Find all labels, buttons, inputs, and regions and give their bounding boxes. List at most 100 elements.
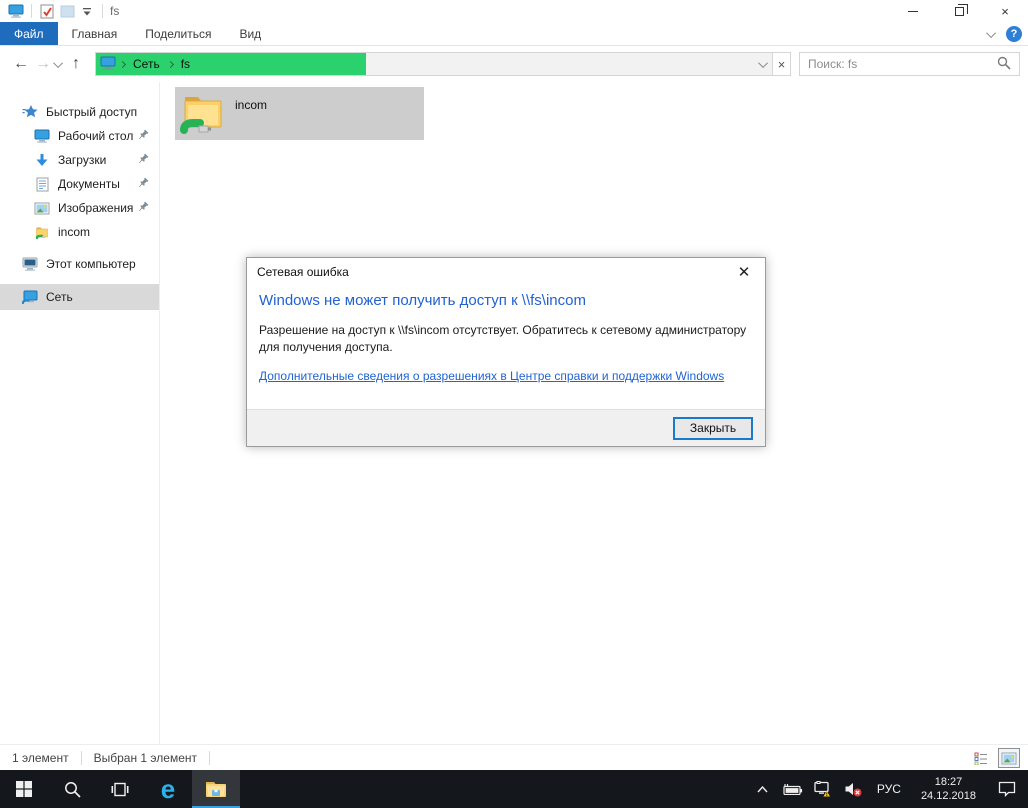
recent-locations-icon[interactable] <box>53 57 64 68</box>
start-button[interactable] <box>0 770 48 808</box>
taskbar-search-button[interactable] <box>48 770 96 808</box>
dialog-close-button[interactable]: ✕ <box>731 262 757 282</box>
sidebar-item-this-pc[interactable]: Этот компьютер <box>0 252 159 276</box>
file-explorer-button[interactable] <box>192 770 240 808</box>
network-folder-icon <box>179 89 227 138</box>
restore-button[interactable] <box>936 0 982 22</box>
sidebar-item-desktop[interactable]: Рабочий стол <box>0 124 159 148</box>
sidebar-item-incom[interactable]: incom <box>0 220 159 244</box>
network-warning-icon[interactable] <box>811 770 835 808</box>
breadcrumb-item-fs[interactable]: fs <box>177 57 194 71</box>
stop-icon: × <box>777 56 786 72</box>
sidebar-item-label: Этот компьютер <box>46 257 136 271</box>
stop-button[interactable]: × <box>773 52 791 76</box>
this-pc-icon <box>22 256 38 272</box>
divider <box>209 750 210 765</box>
ribbon-tab-bar: Файл Главная Поделиться Вид ? <box>0 22 1028 46</box>
volume-muted-icon[interactable] <box>841 770 865 808</box>
pin-icon <box>137 201 149 216</box>
customize-quick-access-icon[interactable] <box>77 2 97 20</box>
help-icon[interactable]: ? <box>1006 26 1022 42</box>
tab-file[interactable]: Файл <box>0 22 58 45</box>
pin-icon <box>137 129 149 144</box>
sidebar-item-documents[interactable]: Документы <box>0 172 159 196</box>
ribbon-right-controls: ? <box>986 22 1022 46</box>
network-icon <box>22 289 38 305</box>
dialog-close-action-button[interactable]: Закрыть <box>673 416 753 440</box>
up-button[interactable]: ↑ <box>65 55 87 73</box>
file-item-incom[interactable]: incom <box>175 87 424 140</box>
sidebar-item-label: Рабочий стол <box>58 129 134 143</box>
breadcrumb-chevron-icon <box>118 60 127 68</box>
address-bar[interactable]: Сеть fs <box>95 52 773 76</box>
tab-home[interactable]: Главная <box>58 22 132 45</box>
pictures-icon <box>34 200 50 216</box>
window-title: fs <box>110 4 120 18</box>
sidebar-item-label: Изображения <box>58 201 134 215</box>
pin-icon <box>137 177 149 192</box>
window-controls: × <box>890 0 1028 22</box>
expand-ribbon-icon[interactable] <box>986 27 997 38</box>
forward-button[interactable]: → <box>32 55 54 73</box>
tab-view[interactable]: Вид <box>225 22 275 45</box>
restore-icon <box>954 3 968 16</box>
divider <box>80 750 82 765</box>
tray-expand-icon[interactable] <box>751 770 775 808</box>
navigation-bar: ← → ↑ Сеть fs × Поиск: fs <box>0 46 1028 82</box>
internet-explorer-icon: e <box>160 774 176 804</box>
navigation-pane: Быстрый доступ Рабочий стол Загрузки Док… <box>0 82 160 745</box>
dialog-footer: Закрыть <box>247 409 765 446</box>
internet-explorer-button[interactable]: e <box>144 770 192 808</box>
sidebar-item-label: Быстрый доступ <box>46 105 138 119</box>
divider <box>102 4 103 18</box>
sidebar-item-downloads[interactable]: Загрузки <box>0 148 159 172</box>
battery-icon[interactable] <box>781 770 805 808</box>
sidebar-item-label: Сеть <box>46 290 73 304</box>
sidebar-item-label: incom <box>58 225 91 239</box>
file-item-name: incom <box>235 98 268 112</box>
dialog-help-link[interactable]: Дополнительные сведения о разрешениях в … <box>259 369 724 383</box>
properties-icon[interactable] <box>37 2 57 20</box>
taskbar: e РУС 18:27 24.12.2018 <box>0 770 1028 808</box>
action-center-icon[interactable] <box>990 770 1024 808</box>
language-indicator[interactable]: РУС <box>871 782 907 796</box>
minimize-button[interactable] <box>890 0 936 22</box>
minimize-icon <box>908 10 918 12</box>
pin-icon <box>137 153 149 168</box>
sidebar-item-pictures[interactable]: Изображения <box>0 196 159 220</box>
dialog-message: Разрешение на доступ к \\fs\incom отсутс… <box>259 323 747 354</box>
tab-share[interactable]: Поделиться <box>131 22 225 45</box>
title-bar: fs × <box>0 0 1028 22</box>
sidebar-item-quick-access[interactable]: Быстрый доступ <box>0 100 159 124</box>
search-icon <box>64 781 81 798</box>
clock[interactable]: 18:27 24.12.2018 <box>913 775 984 803</box>
sidebar-item-network[interactable]: Сеть <box>0 284 159 310</box>
close-icon: × <box>1001 3 1009 19</box>
breadcrumb-item-network[interactable]: Сеть <box>129 57 164 71</box>
task-view-button[interactable] <box>96 770 144 808</box>
close-button[interactable]: × <box>982 0 1028 22</box>
breadcrumb-chevron-icon <box>166 60 174 68</box>
status-bar: 1 элемент Выбран 1 элемент <box>0 744 1028 770</box>
status-selected-count: Выбран 1 элемент <box>93 750 197 765</box>
back-button[interactable]: ← <box>10 55 32 73</box>
windows-logo-icon <box>16 781 32 797</box>
search-icon[interactable] <box>997 56 1011 73</box>
new-folder-icon[interactable] <box>57 2 77 20</box>
sidebar-item-label: Загрузки <box>58 153 107 167</box>
clock-time: 18:27 <box>934 776 963 788</box>
breadcrumb-computer-icon[interactable] <box>100 56 116 73</box>
task-view-icon <box>111 782 129 796</box>
large-icons-view-icon[interactable] <box>998 748 1020 768</box>
dialog-title-bar: Сетевая ошибка ✕ <box>247 258 765 286</box>
close-icon: ✕ <box>737 264 751 281</box>
sidebar-item-label: Документы <box>58 177 120 191</box>
address-dropdown-icon[interactable] <box>758 53 769 75</box>
dialog-body: Windows не может получить доступ к \\fs\… <box>247 286 765 409</box>
search-input[interactable]: Поиск: fs <box>808 57 997 71</box>
downloads-icon <box>34 152 50 168</box>
details-view-icon[interactable] <box>970 748 992 768</box>
search-box[interactable]: Поиск: fs <box>799 52 1020 76</box>
